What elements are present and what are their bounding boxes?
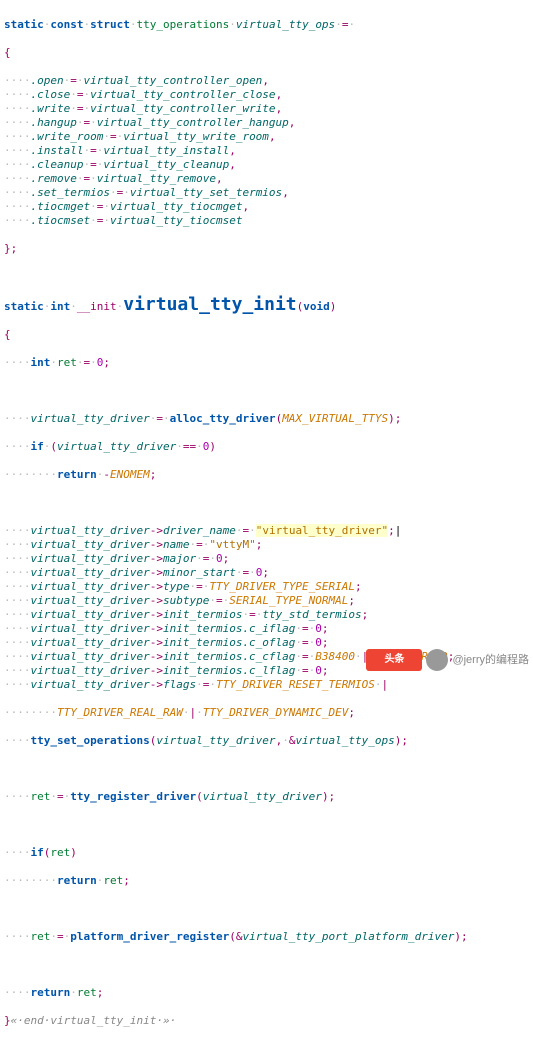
brand-logo-icon: 头条 [366, 649, 422, 671]
author-name: @jerry的编程路 [452, 653, 529, 667]
code-block: static·const·struct·tty_operations·virtu… [4, 4, 529, 1042]
avatar-icon [426, 649, 448, 671]
attribution-watermark: 头条 @jerry的编程路 [366, 649, 529, 671]
